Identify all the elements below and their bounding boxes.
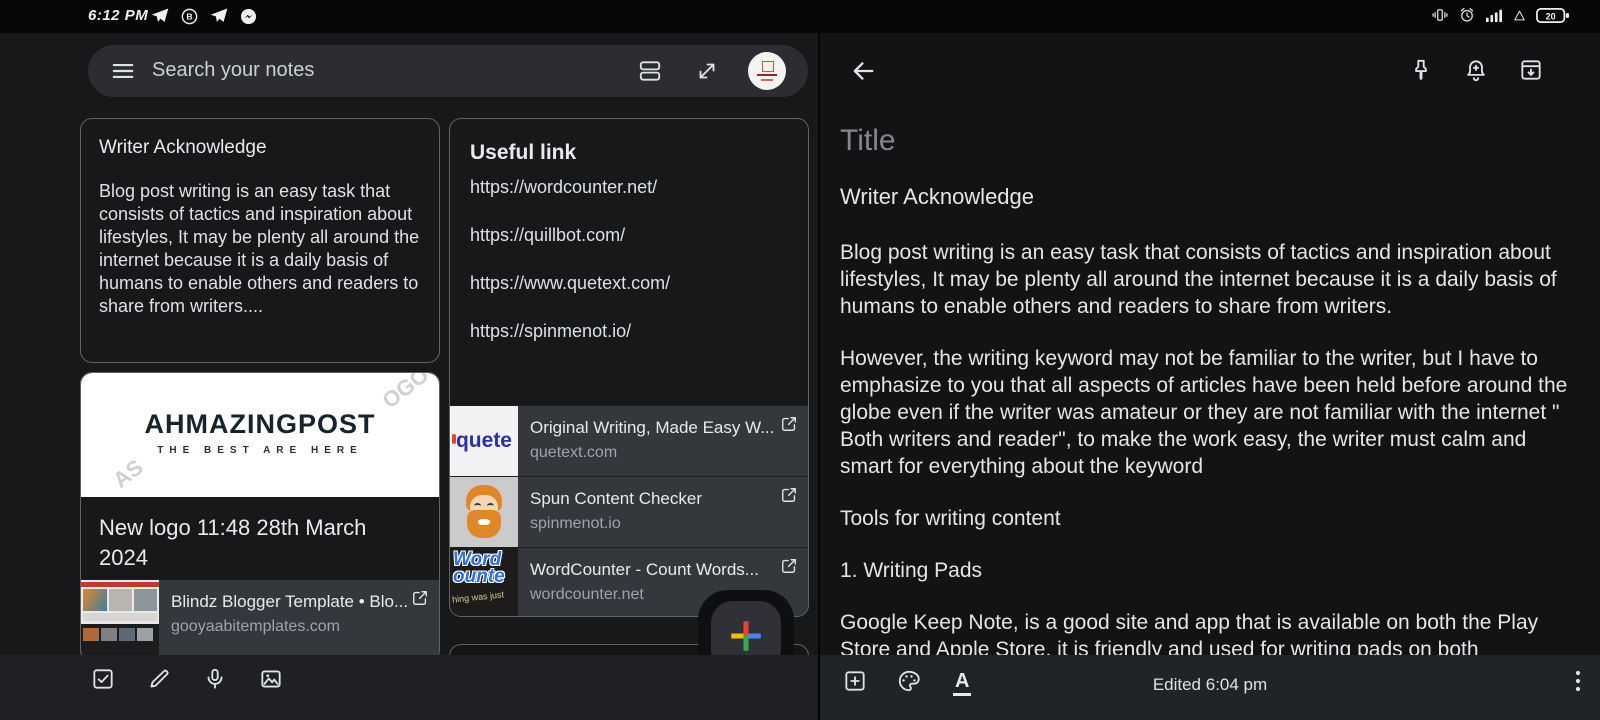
link-preview-quetext[interactable]: quete Original Writing, Made Easy W... q… xyxy=(450,405,808,476)
open-link-icon[interactable] xyxy=(779,556,799,581)
note-url: https://spinmenot.io/ xyxy=(470,321,632,341)
svg-text:20: 20 xyxy=(1546,11,1556,21)
link-preview-spinmenot[interactable]: Spun Content Checker spinmenot.io xyxy=(450,476,808,547)
mic-icon[interactable] xyxy=(202,666,228,692)
note-paragraph: However, the writing keyword may not be … xyxy=(840,347,1568,478)
link-title: Blindz Blogger Template • Blo... xyxy=(171,592,409,611)
quetext-thumbnail: quete xyxy=(450,406,518,476)
vibrate-icon xyxy=(1431,6,1449,29)
notification-icons: B xyxy=(150,6,258,31)
link-title: Original Writing, Made Easy W... xyxy=(530,418,775,437)
messenger-icon xyxy=(239,7,258,31)
archive-icon[interactable] xyxy=(1518,57,1546,85)
note-editor-content[interactable]: Title Writer Acknowledge Blog post writi… xyxy=(840,123,1580,655)
note-url: https://quillbot.com/ xyxy=(470,225,626,245)
note-creation-toolbar xyxy=(0,655,818,720)
circled-b-icon: B xyxy=(180,7,199,31)
link-domain: wordcounter.net xyxy=(530,586,644,603)
link-domain: quetext.com xyxy=(530,444,618,461)
editor-toolbar: A Edited 6:04 pm xyxy=(820,655,1600,720)
signal-bars-icon xyxy=(1485,7,1503,28)
open-link-icon[interactable] xyxy=(779,485,799,510)
keep-split-screen: 6:12 PM B 20 Search your notes Writer Ac… xyxy=(0,0,1600,720)
search-input[interactable]: Search your notes xyxy=(152,59,314,82)
system-status-icons: 20 xyxy=(1431,6,1570,29)
note-url: https://www.quetext.com/ xyxy=(470,273,671,293)
clock-text: 6:12 PM xyxy=(88,7,149,24)
note-card-useful-link[interactable]: Useful link https://wordcounter.net/ htt… xyxy=(449,118,809,617)
blindz-thumbnail xyxy=(81,580,159,658)
new-checklist-icon[interactable] xyxy=(90,666,116,692)
wordcounter-thumbnail: Word ounte hing was just xyxy=(450,548,518,616)
edited-status: Edited 6:04 pm xyxy=(1152,675,1268,694)
telegram-icon xyxy=(150,6,170,31)
note-paragraph: Blog post writing is an easy task that c… xyxy=(840,241,1557,318)
note-card-new-logo[interactable]: OGO AS AHMAZINGPOST THE BEST ARE HERE Ne… xyxy=(80,372,440,662)
back-arrow-icon[interactable] xyxy=(849,57,877,85)
link-domain: spinmenot.io xyxy=(530,515,621,532)
status-bar: 6:12 PM B 20 xyxy=(0,0,1600,33)
note-card-title: New logo 11:48 28th March 2024 xyxy=(99,515,367,570)
svg-text:B: B xyxy=(186,11,192,21)
hamburger-menu-icon[interactable] xyxy=(110,58,136,84)
note-card-title: Useful link xyxy=(470,141,577,164)
watermark-text: AS xyxy=(108,454,148,493)
spinmenot-thumbnail xyxy=(450,477,518,547)
note-paragraph: Tools for writing content xyxy=(840,507,1061,530)
account-avatar[interactable] xyxy=(748,52,786,90)
reminder-bell-icon[interactable] xyxy=(1463,57,1491,85)
open-link-icon[interactable] xyxy=(779,414,799,439)
note-card-body: Blog post writing is an easy task that c… xyxy=(99,181,420,316)
network-triangle-icon xyxy=(1512,8,1527,28)
note-url: https://wordcounter.net/ xyxy=(470,177,658,197)
logo-image: OGO AS AHMAZINGPOST THE BEST ARE HERE xyxy=(81,373,439,497)
brush-icon[interactable] xyxy=(146,666,172,692)
brand-logo-text: AHMAZINGPOST xyxy=(144,409,376,439)
alarm-icon xyxy=(1458,6,1476,29)
link-domain: gooyaabitemplates.com xyxy=(171,618,340,635)
watermark-text: OGO xyxy=(377,373,433,414)
notes-list-panel: Search your notes Writer Acknowledge Blo… xyxy=(0,33,818,720)
search-bar[interactable]: Search your notes xyxy=(88,45,808,97)
open-link-icon[interactable] xyxy=(410,588,430,613)
link-title: WordCounter - Count Words... xyxy=(530,560,759,579)
battery-icon: 20 xyxy=(1536,7,1570,29)
pin-icon[interactable] xyxy=(1408,57,1436,85)
telegram-icon xyxy=(209,6,229,31)
note-heading: Writer Acknowledge xyxy=(840,184,1035,209)
image-icon[interactable] xyxy=(258,666,284,692)
brand-tagline: THE BEST ARE HERE xyxy=(157,445,363,456)
kebab-menu-icon[interactable] xyxy=(1574,668,1582,694)
link-preview-blindz[interactable]: Blindz Blogger Template • Blo... gooyaab… xyxy=(81,579,439,661)
google-plus-icon xyxy=(731,621,761,651)
note-card-writer-acknowledge[interactable]: Writer Acknowledge Blog post writing is … xyxy=(80,118,440,363)
note-editor-panel: Title Writer Acknowledge Blog post writi… xyxy=(820,33,1600,720)
expand-icon[interactable] xyxy=(694,58,720,84)
list-view-toggle-icon[interactable] xyxy=(637,58,663,84)
note-card-title: Writer Acknowledge xyxy=(99,137,267,158)
link-title: Spun Content Checker xyxy=(530,489,702,508)
note-paragraph: 1. Writing Pads xyxy=(840,559,983,582)
note-paragraph: Google Keep Note, is a good site and app… xyxy=(840,611,1539,655)
note-title-input[interactable]: Title xyxy=(840,123,1580,159)
